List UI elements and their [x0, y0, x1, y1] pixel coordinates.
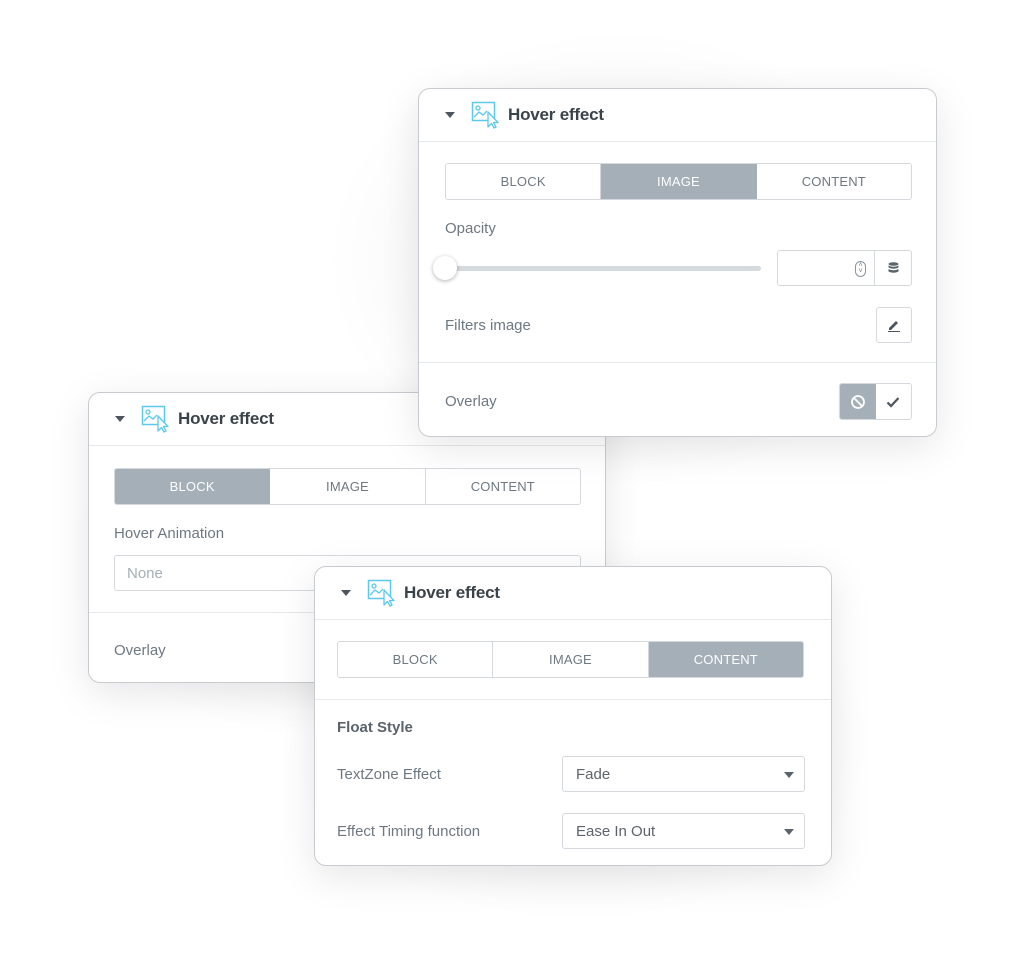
tab-image[interactable]: IMAGE	[270, 469, 426, 504]
hover-animation-label: Hover Animation	[114, 525, 225, 542]
timing-function-label: Effect Timing function	[337, 823, 481, 840]
opacity-slider-thumb[interactable]	[433, 256, 457, 280]
timing-function-value: Ease In Out	[576, 822, 656, 840]
dropdown-arrow-icon	[784, 829, 794, 835]
dropdown-arrow-icon	[784, 772, 794, 778]
ban-icon	[850, 394, 865, 409]
textzone-effect-value: Fade	[576, 765, 611, 783]
overlay-off-option[interactable]	[840, 384, 876, 419]
dynamic-tags-button[interactable]	[875, 251, 911, 285]
tab-content[interactable]: CONTENT	[648, 642, 803, 677]
check-icon	[886, 396, 900, 408]
pencil-icon	[888, 321, 900, 332]
divider	[315, 699, 831, 700]
panel-title: Hover effect	[508, 105, 604, 124]
float-style-heading: Float Style	[337, 719, 413, 736]
opacity-input[interactable]: ˄ ˅	[778, 251, 875, 285]
tab-content[interactable]: CONTENT	[425, 469, 580, 504]
tab-image[interactable]: IMAGE	[493, 642, 649, 677]
tab-content[interactable]: CONTENT	[756, 164, 911, 199]
tab-group: BLOCK IMAGE CONTENT	[114, 468, 581, 505]
panel-title: Hover effect	[404, 583, 500, 602]
tab-image[interactable]: IMAGE	[601, 164, 757, 199]
image-hover-icon	[367, 579, 395, 607]
tab-block[interactable]: BLOCK	[446, 164, 602, 199]
divider	[419, 362, 936, 363]
textzone-effect-label: TextZone Effect	[337, 766, 441, 783]
database-icon	[888, 262, 898, 273]
tab-group: BLOCK IMAGE CONTENT	[337, 641, 804, 678]
panel-header[interactable]: Hover effect	[315, 567, 831, 620]
textzone-effect-select[interactable]: Fade	[562, 756, 805, 792]
overlay-label: Overlay	[445, 393, 497, 410]
opacity-label: Opacity	[445, 220, 496, 237]
panel-header[interactable]: Hover effect	[419, 89, 936, 142]
overlay-toggle	[839, 383, 912, 420]
overlay-label: Overlay	[114, 642, 166, 659]
opacity-slider-track[interactable]	[445, 266, 761, 271]
edit-filters-button[interactable]	[876, 307, 912, 343]
image-hover-icon	[141, 405, 169, 433]
filters-image-label: Filters image	[445, 317, 531, 334]
opacity-number-field: ˄ ˅	[777, 250, 912, 286]
overlay-on-option[interactable]	[876, 384, 912, 419]
panel-title: Hover effect	[178, 409, 274, 428]
caret-down-icon[interactable]	[341, 590, 351, 596]
tab-block[interactable]: BLOCK	[115, 469, 271, 504]
hover-effect-panel-image: Hover effect BLOCK IMAGE CONTENT Opacity…	[418, 88, 937, 437]
hover-effect-panel-content: Hover effect BLOCK IMAGE CONTENT Float S…	[314, 566, 832, 866]
tab-group: BLOCK IMAGE CONTENT	[445, 163, 912, 200]
tab-block[interactable]: BLOCK	[338, 642, 494, 677]
caret-down-icon[interactable]	[445, 112, 455, 118]
image-hover-icon	[471, 101, 499, 129]
spinner-icon[interactable]: ˄ ˅	[855, 261, 866, 277]
timing-function-select[interactable]: Ease In Out	[562, 813, 805, 849]
caret-down-icon[interactable]	[115, 416, 125, 422]
